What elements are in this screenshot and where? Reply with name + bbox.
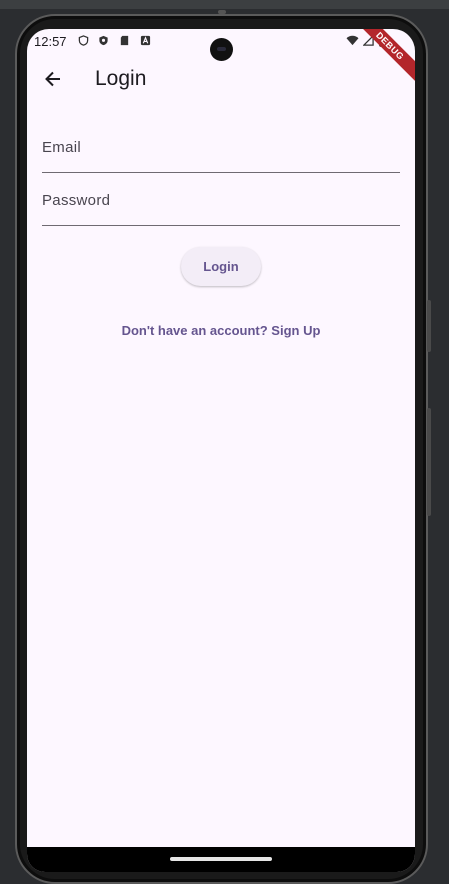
navigation-bar (27, 847, 415, 872)
shield-filled-icon (99, 35, 108, 46)
camera-lens (217, 47, 226, 51)
login-button[interactable]: Login (181, 247, 261, 286)
sd-card-icon (120, 35, 129, 46)
signup-link[interactable]: Don't have an account? Sign Up (27, 323, 415, 338)
shield-outline-icon (78, 35, 89, 46)
wifi-icon (346, 35, 359, 46)
power-button[interactable] (427, 408, 431, 516)
home-gesture-handle[interactable] (170, 857, 272, 861)
password-label: Password (42, 192, 111, 209)
emulator-toolbar-edge (0, 0, 449, 9)
app-bar: Login (27, 55, 415, 101)
font-a-icon (140, 35, 151, 46)
phone-screen: 12:57 DEBUG Login Email Password Login D… (27, 29, 415, 872)
email-label: Email (42, 139, 82, 156)
page-title: Login (95, 67, 147, 90)
password-field[interactable]: Password (42, 184, 400, 226)
back-button[interactable] (37, 63, 69, 95)
status-bar: 12:57 DEBUG (27, 29, 415, 83)
status-time: 12:57 (34, 34, 67, 49)
arrow-back-icon (45, 71, 60, 87)
email-field[interactable]: Email (42, 131, 400, 173)
volume-button[interactable] (427, 300, 431, 352)
